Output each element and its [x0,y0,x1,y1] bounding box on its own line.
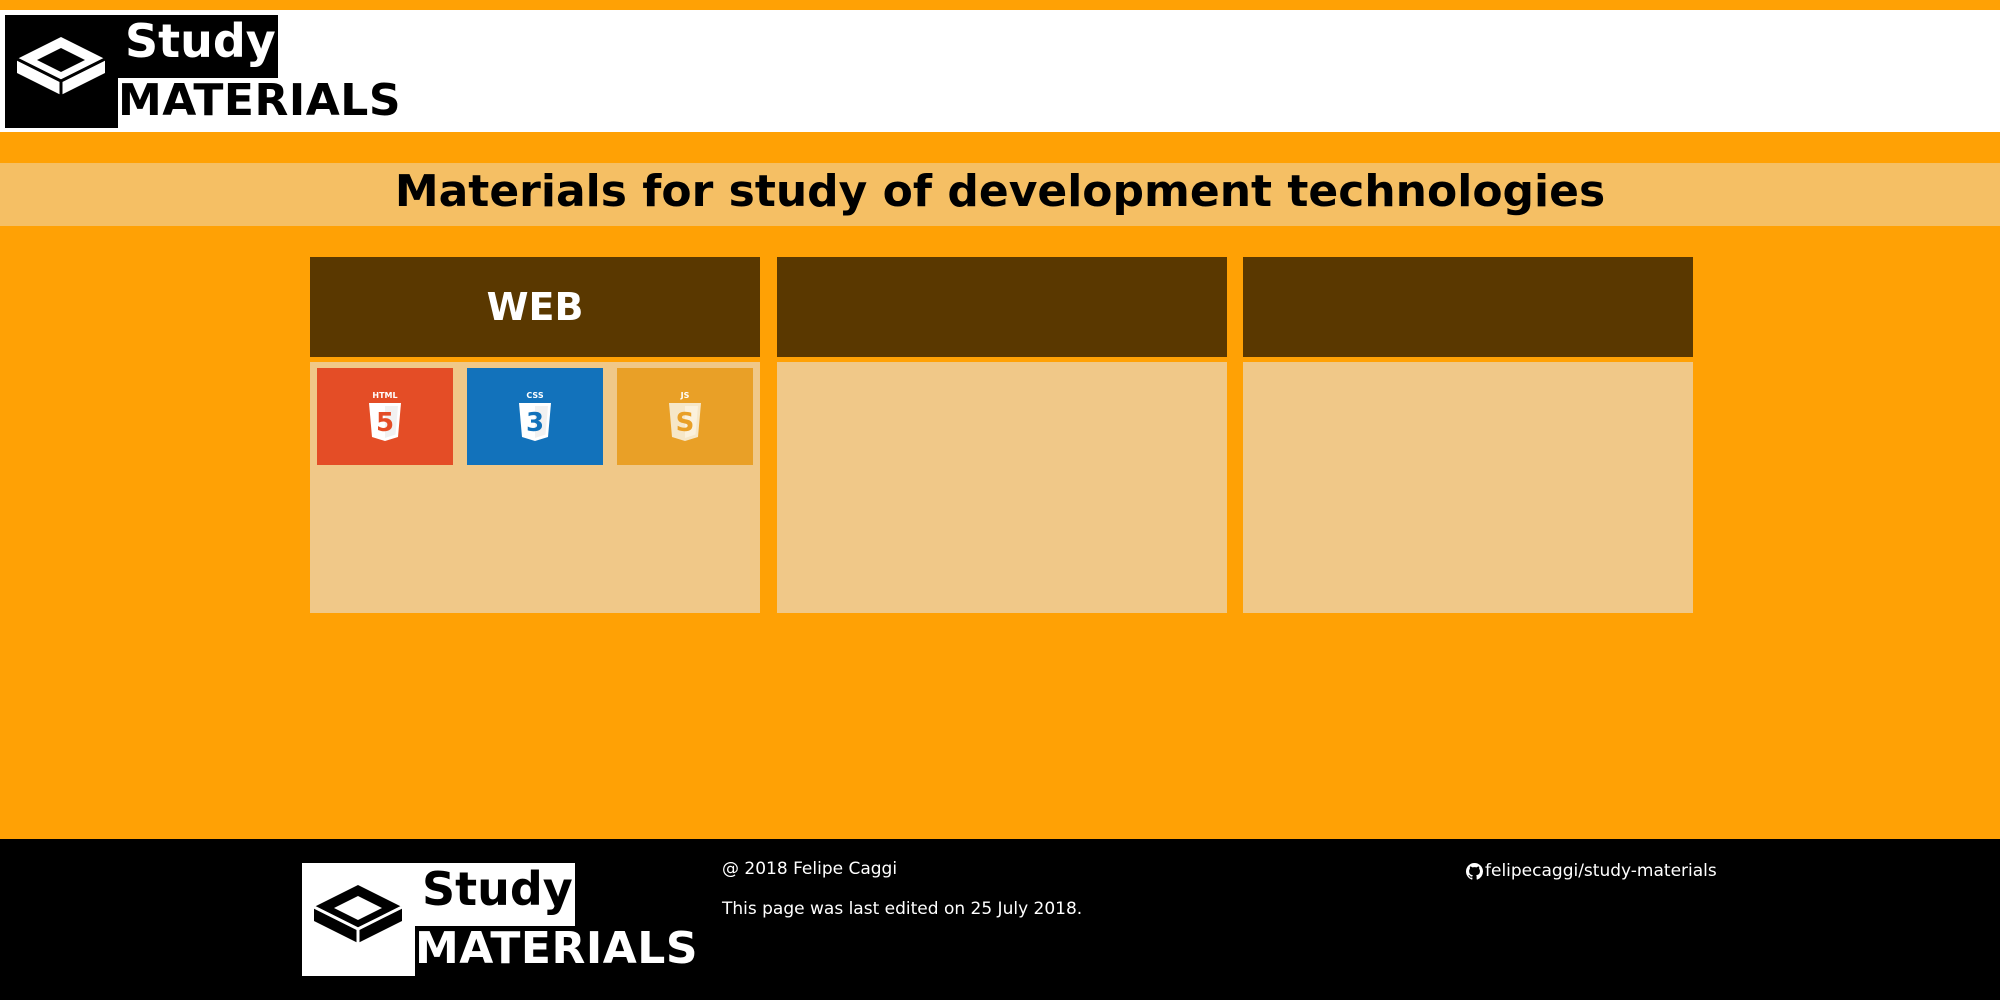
logo-box [302,863,415,976]
logo-box [5,15,118,128]
tile-css3[interactable]: CSS 3 [467,368,603,465]
card-header [1243,257,1693,357]
github-icon [1466,862,1483,880]
logo-word-materials: MATERIALS [415,923,699,974]
javascript-icon: JS S [669,391,701,441]
card-title: WEB [486,285,584,329]
css3-icon: CSS 3 [519,391,551,441]
page-title: Materials for study of development techn… [394,166,1606,217]
github-repo-link[interactable]: felipecaggi/study-materials [1466,861,1717,881]
footer-logo[interactable]: Study MATERIALS [302,862,702,978]
logo-word-study: Study [125,14,276,68]
category-card-web[interactable]: WEB HTML 5 CSS 3 JS S [310,257,760,613]
logo-word-materials: MATERIALS [118,75,402,126]
card-header: WEB [310,257,760,357]
card-body: HTML 5 CSS 3 JS S [310,362,760,613]
svg-text:JS: JS [680,391,690,400]
svg-text:3: 3 [526,408,544,438]
last-edited-text: This page was last edited on 25 July 201… [722,899,1083,919]
tile-javascript[interactable]: JS S [617,368,753,465]
site-logo[interactable]: Study MATERIALS [5,14,405,130]
svg-text:S: S [676,408,695,438]
card-body [777,362,1227,613]
html5-icon: HTML 5 [369,391,401,441]
card-header [777,257,1227,357]
svg-text:CSS: CSS [526,391,543,400]
card-body [1243,362,1693,613]
tile-html5[interactable]: HTML 5 [317,368,453,465]
page-banner: Materials for study of development techn… [0,163,2000,226]
site-footer: Study MATERIALS @ 2018 Felipe Caggi This… [0,839,2000,1000]
repo-link-text: felipecaggi/study-materials [1485,861,1717,881]
logo-word-study: Study [422,862,573,916]
svg-text:HTML: HTML [372,391,397,400]
logo-tray-icon [16,37,106,95]
category-card-2[interactable] [777,257,1227,613]
copyright-text: @ 2018 Felipe Caggi [722,859,898,879]
site-header: Study MATERIALS [0,10,2000,132]
logo-tray-icon [313,885,403,943]
category-card-3[interactable] [1243,257,1693,613]
svg-text:5: 5 [376,408,394,438]
